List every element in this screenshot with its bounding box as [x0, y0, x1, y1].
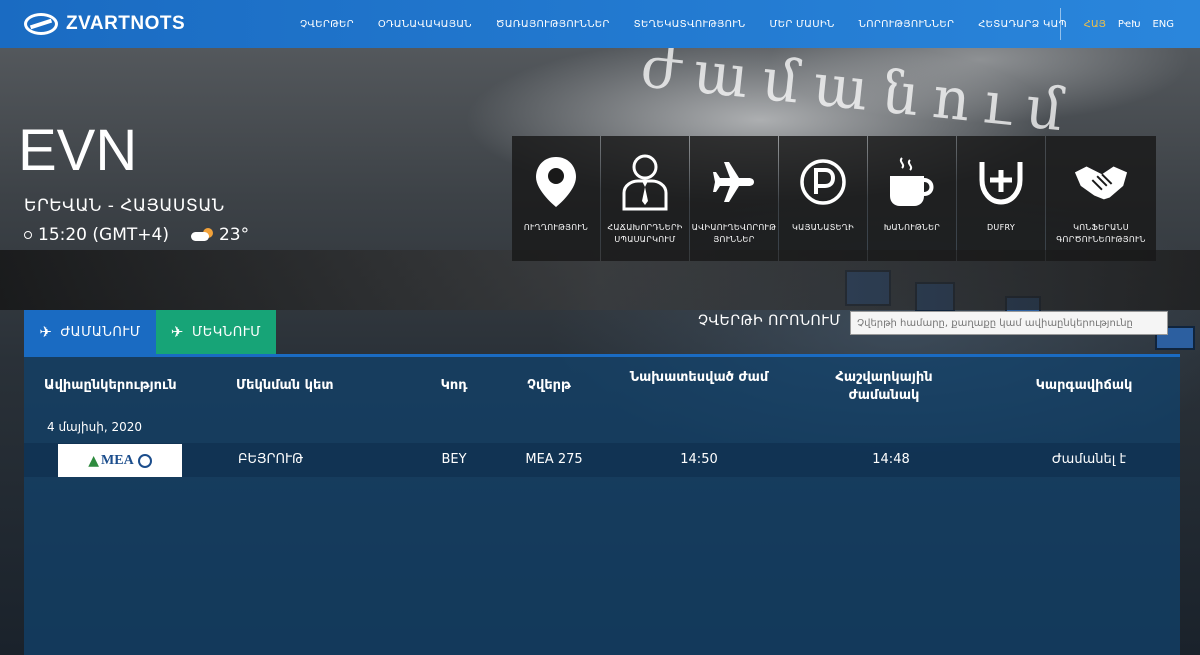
flight-search-label: ՉՎԵՐԹԻ ՈՐՈՆՈՒՄ — [698, 313, 841, 329]
arrival-plane-icon: ✈ — [39, 323, 53, 341]
top-navigation-bar: ZVARTNOTS ՉՎԵՐԹԵՐ ՕԴԱՆԱՎԱԿԱՅԱՆ ԾԱՌԱՅՈՒԹՅ… — [0, 0, 1200, 48]
flights-board: Ավիաընկերություն Մեկնման կետ Կոդ Չվերթ Ն… — [24, 354, 1180, 655]
flight-search-input[interactable] — [850, 311, 1168, 335]
service-passenger[interactable]: ՀԱՃԱԽՈՐԴՆԵՐԻ ՍՊԱՍԱՐԿՈՒՄ — [601, 136, 689, 261]
airport-city: ԵՐԵՎԱՆ - ՀԱՅԱՍՏԱՆ — [24, 196, 225, 216]
cell-flight: MEA 275 — [525, 452, 583, 467]
service-directions[interactable]: ՈՒՂՂՈՒԹՅՈՒՆ — [512, 136, 600, 261]
service-label: DUFRY — [986, 223, 1016, 232]
service-label: ՈՒՂՂՈՒԹՅՈՒՆ — [523, 223, 589, 232]
clock-icon — [24, 231, 32, 239]
service-shops[interactable]: ԽԱՆՈՒԹՆԵՐ — [868, 136, 956, 261]
brand-name: ZVARTNOTS — [66, 13, 186, 34]
col-header-scheduled: Նախատեսված ժամ — [629, 370, 769, 385]
tab-departures-label: ՄԵԿՆՈՒՄ — [191, 324, 262, 340]
service-airlines[interactable]: ԱՎԻԱՈՒՂԵՎՈՐՈՒԹ ՅՈՒՆՆԵՐ — [690, 136, 778, 261]
service-label: ԿՈՆՖԵՐԱՆՍ ԳՈՐԾՈՒՆԵՈՒԹՅՈՒՆ — [1056, 223, 1146, 244]
dufry-icon — [973, 154, 1029, 210]
nav-item-airport[interactable]: ՕԴԱՆԱՎԱԿԱՅԱՆ — [378, 19, 472, 30]
col-header-origin: Մեկնման կետ — [236, 378, 334, 393]
cedar-icon: ▲ — [88, 452, 100, 469]
nav-item-flights[interactable]: ՉՎԵՐԹԵՐ — [300, 19, 354, 30]
service-parking[interactable]: ԿԱՅԱՆԱՏԵՂԻ — [779, 136, 867, 261]
tab-departures[interactable]: ✈ ՄԵԿՆՈՒՄ — [156, 310, 276, 354]
cell-status: Ժամանել է — [1051, 452, 1127, 467]
local-time-weather: 15:20 (GMT+4) 23° — [24, 225, 249, 245]
background-sign-graphic: ժամանում — [637, 32, 1081, 146]
tab-arrivals[interactable]: ✈ ԺԱՄԱՆՈՒՄ — [24, 310, 156, 354]
language-switcher: ՀԱՅ РҽԽ ENG — [1072, 0, 1174, 48]
local-time: 15:20 (GMT+4) — [38, 225, 169, 245]
col-header-code: Կոդ — [440, 378, 468, 393]
lang-option-hy[interactable]: ՀԱՅ — [1084, 19, 1106, 30]
service-label: ԿԱՅԱՆԱՏԵՂԻ — [792, 223, 854, 232]
airplane-icon — [706, 154, 762, 210]
col-header-status: Կարգավիճակ — [1035, 378, 1133, 393]
lang-option-en[interactable]: ENG — [1152, 19, 1174, 30]
partly-cloudy-icon — [190, 228, 213, 242]
nav-item-contact[interactable]: ՀԵՏԱԴԱՐՁ ԿԱՊ — [978, 19, 1067, 30]
date-group-header: 4 մայիսի, 2020 — [24, 411, 1180, 443]
globe-icon — [137, 453, 152, 468]
handshake-icon — [1073, 154, 1129, 210]
col-header-airline: Ավիաընկերություն — [44, 378, 177, 393]
nav-item-news[interactable]: ՆՈՐՈՒԹՅՈՒՆՆԵՐ — [859, 19, 955, 30]
main-nav: ՉՎԵՐԹԵՐ ՕԴԱՆԱՎԱԿԱՅԱՆ ԾԱՌԱՅՈՒԹՅՈՒՆՆԵՐ ՏԵՂ… — [300, 19, 1091, 30]
col-header-estimated: Հաշվարկային ժամանակ — [835, 370, 933, 403]
nav-item-services[interactable]: ԾԱՌԱՅՈՒԹՅՈՒՆՆԵՐ — [496, 19, 610, 30]
cell-origin: ԲԵՅՐՈՒԹ — [238, 452, 304, 467]
services-grid: ՈՒՂՂՈՒԹՅՈՒՆ ՀԱՃԱԽՈՐԴՆԵՐԻ ՍՊԱՍԱՐԿՈՒՄ ԱՎԻԱ… — [512, 136, 1157, 261]
table-row[interactable]: ▲ MEA ԲԵՅՐՈՒԹ BEY MEA 275 14:50 14:48 Ժա… — [24, 443, 1180, 477]
location-pin-icon — [528, 154, 584, 210]
parking-icon — [795, 154, 851, 210]
language-divider — [1060, 8, 1061, 40]
service-dufry[interactable]: DUFRY — [957, 136, 1045, 261]
airline-logo-text: MEA — [101, 452, 134, 468]
service-conference[interactable]: ԿՈՆՖԵՐԱՆՍ ԳՈՐԾՈՒՆԵՈՒԹՅՈՒՆ — [1046, 136, 1156, 261]
temperature: 23° — [218, 225, 250, 245]
service-label: ԱՎԻԱՈՒՂԵՎՈՐՈՒԹ ՅՈՒՆՆԵՐ — [691, 223, 777, 244]
cell-scheduled: 14:50 — [680, 452, 718, 467]
flight-date: 4 մայիսի, 2020 — [47, 420, 142, 434]
airline-logo: ▲ MEA — [58, 444, 182, 477]
nav-item-information[interactable]: ՏԵՂԵԿԱՏՎՈՒԹՅՈՒՆ — [634, 19, 746, 30]
cell-code: BEY — [441, 452, 467, 467]
airport-code: EVN — [18, 118, 138, 183]
logo-icon — [24, 13, 58, 35]
brand-logo[interactable]: ZVARTNOTS — [24, 13, 264, 35]
service-label: ՀԱՃԱԽՈՐԴՆԵՐԻ ՍՊԱՍԱՐԿՈՒՄ — [607, 223, 683, 244]
service-label: ԽԱՆՈՒԹՆԵՐ — [883, 223, 941, 232]
departure-plane-icon: ✈ — [170, 323, 184, 341]
col-header-flight: Չվերթ — [527, 378, 571, 393]
coffee-icon — [884, 154, 940, 210]
cell-estimated: 14:48 — [872, 452, 910, 467]
lang-option-ru[interactable]: РҽԽ — [1118, 19, 1141, 30]
tab-arrivals-label: ԺԱՄԱՆՈՒՄ — [60, 324, 141, 340]
nav-item-about[interactable]: ՄԵՐ ՄԱՍԻՆ — [770, 19, 835, 30]
passenger-service-icon — [617, 154, 673, 211]
